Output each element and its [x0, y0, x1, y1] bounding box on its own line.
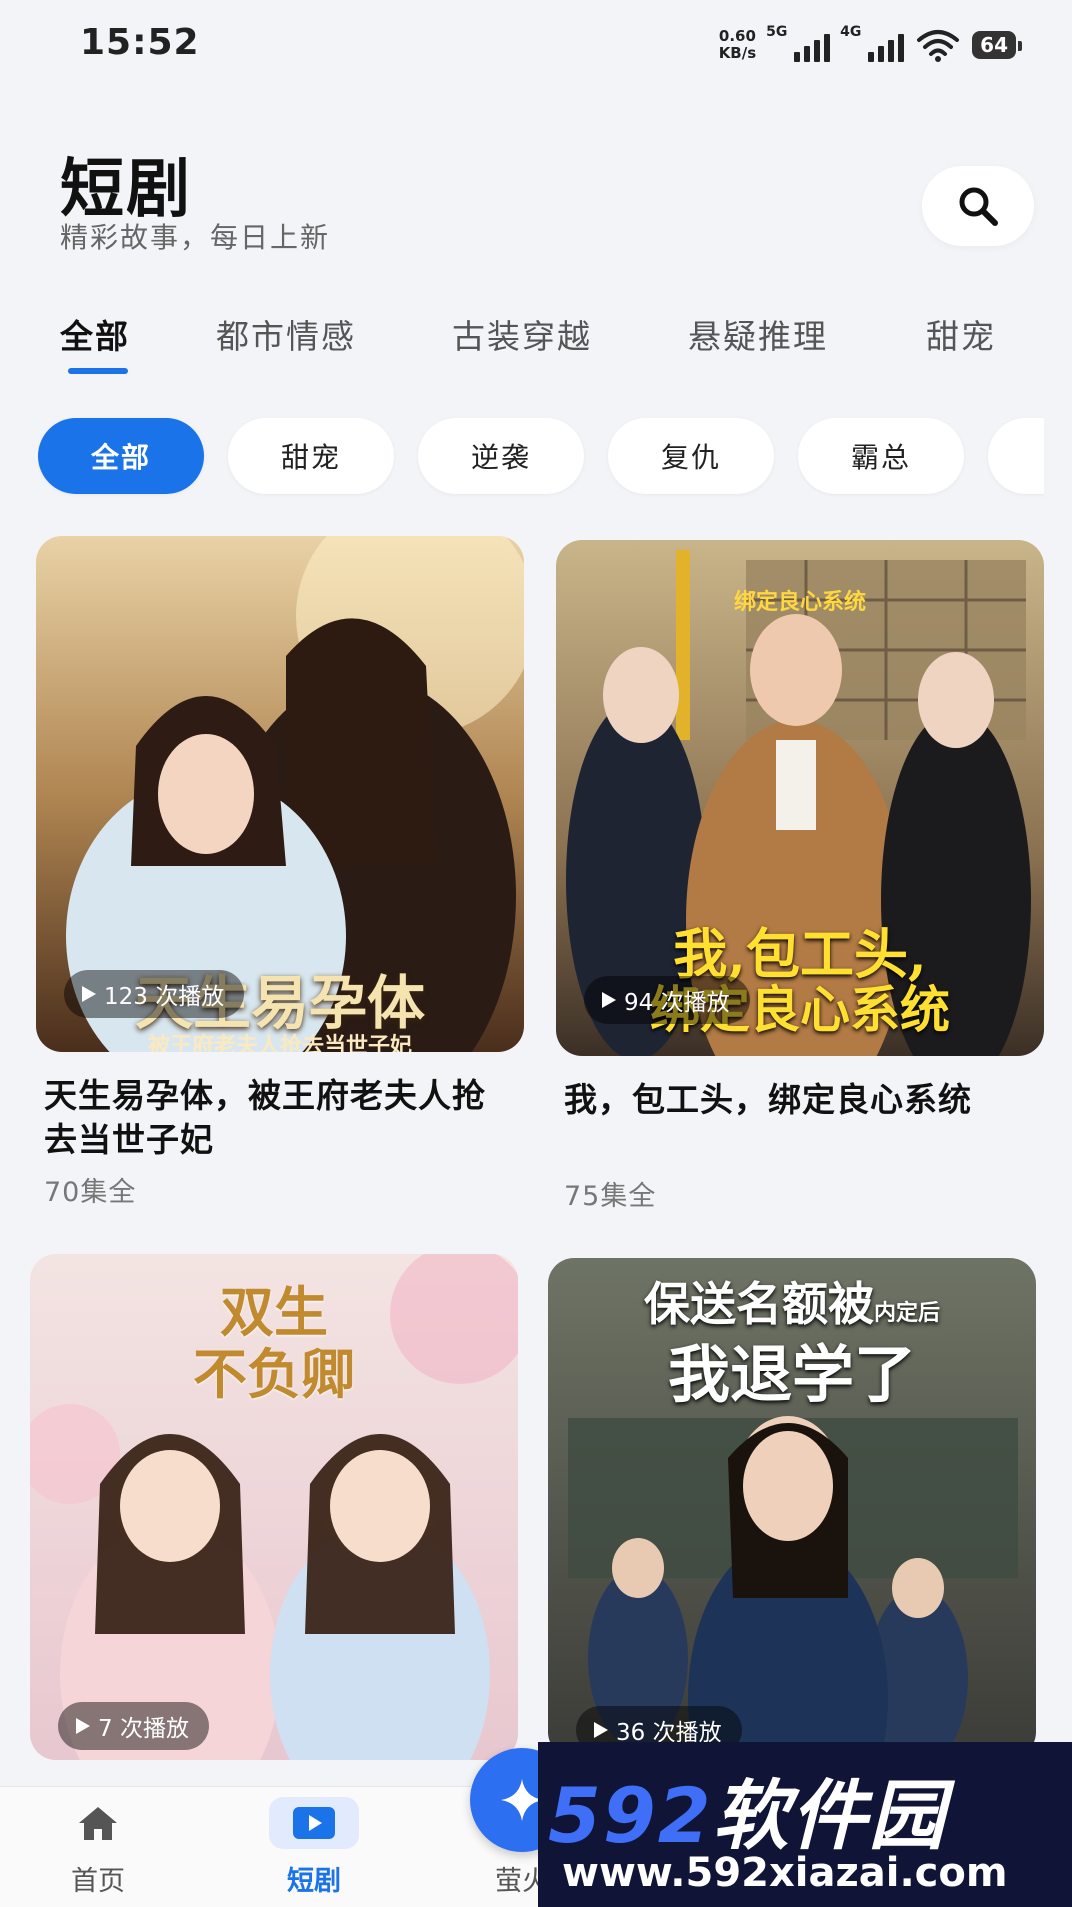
poster-title-small: 内定后	[873, 1300, 940, 1326]
search-button[interactable]	[922, 166, 1034, 246]
battery-indicator: 64	[972, 31, 1022, 59]
signal-4g-icon: 4G	[840, 24, 905, 62]
poster-top-text: 绑定良心系统	[733, 589, 866, 615]
status-time: 15:52	[80, 22, 200, 63]
tab-urban-romance[interactable]: 都市情感	[216, 310, 356, 358]
poster-image[interactable]: 双生 不负卿 7 次播放	[30, 1254, 518, 1760]
chip-more[interactable]	[988, 418, 1044, 494]
status-bar: 15:52 0.60 KB/s 5G 4G 64	[0, 0, 1072, 100]
tab-costume-time-travel[interactable]: 古装穿越	[452, 310, 592, 358]
episode-count: 70集全	[44, 1177, 137, 1208]
home-icon	[79, 1807, 117, 1840]
poster-title-line2: 不负卿	[193, 1342, 355, 1406]
chip-revenge[interactable]: 复仇	[608, 418, 774, 494]
signal-5g-icon: 5G	[766, 24, 831, 62]
episode-count: 75集全	[564, 1181, 657, 1212]
filter-chips: 全部 甜宠 逆袭 复仇 霸总	[38, 414, 1044, 504]
poster-image[interactable]: 绑定良心系统 我,包工头, 绑定良心系统 94 次播放	[556, 540, 1044, 1056]
chip-ceo[interactable]: 霸总	[798, 418, 964, 494]
tab-sweet-romance[interactable]: 甜宠	[926, 310, 996, 358]
page-subtitle: 精彩故事，每日上新	[60, 221, 331, 254]
nav-home[interactable]: 首页	[38, 1797, 158, 1898]
poster-image[interactable]: 保送名额被内定后 我退学了 36 次播放	[548, 1258, 1036, 1758]
category-tabs: 全部 都市情感 古装穿越 悬疑推理 甜宠	[60, 310, 1050, 380]
poster-subtitle: 被王府老夫人抢去当世子妃	[147, 1033, 412, 1052]
play-count-badge: 7 次播放	[58, 1702, 209, 1750]
network-speed: 0.60 KB/s	[718, 27, 757, 62]
play-count-badge: 94 次播放	[584, 976, 750, 1024]
tab-all[interactable]: 全部	[60, 310, 130, 358]
card-title[interactable]: 天生易孕体，被王府老夫人抢去当世子妃	[44, 1074, 514, 1162]
status-icons: 0.60 KB/s 5G 4G 64	[718, 24, 1022, 62]
poster-image[interactable]: 天生易孕体 被王府老夫人抢去当世子妃 123 次播放	[36, 536, 524, 1052]
watermark-logo: 592软件园 www.592xiazai.com	[538, 1742, 1072, 1907]
play-icon	[293, 1807, 335, 1839]
play-icon	[602, 992, 616, 1008]
card-title[interactable]: 我，包工头，绑定良心系统	[564, 1078, 1034, 1122]
active-tab-indicator	[68, 368, 128, 374]
nav-drama[interactable]: 短剧	[254, 1797, 374, 1898]
play-icon	[82, 986, 96, 1002]
poster-title-line2: 我退学了	[667, 1338, 916, 1411]
play-icon	[76, 1718, 90, 1734]
search-icon	[959, 187, 998, 226]
tab-suspense[interactable]: 悬疑推理	[688, 310, 828, 358]
play-icon	[594, 1722, 608, 1738]
wifi-icon	[917, 30, 960, 62]
chip-comeback[interactable]: 逆袭	[418, 418, 584, 494]
chip-all[interactable]: 全部	[38, 418, 204, 494]
chip-sweet[interactable]: 甜宠	[228, 418, 394, 494]
play-count-badge: 123 次播放	[64, 970, 245, 1018]
